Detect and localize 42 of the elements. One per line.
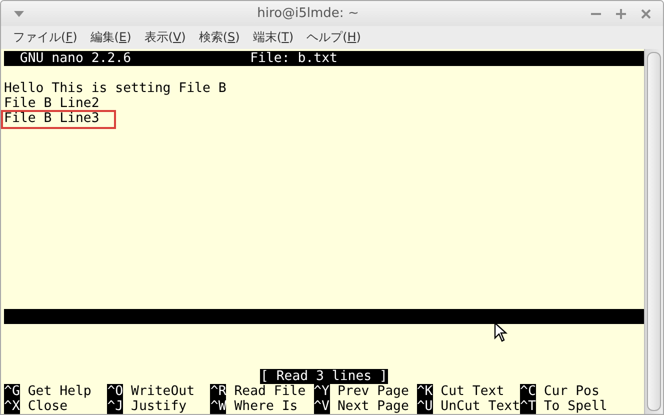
shortcut-label: WriteOut — [131, 384, 195, 399]
menu-item[interactable]: 端末(T) — [252, 29, 294, 46]
pointer-icon — [494, 322, 508, 343]
shortcut-key: ^O — [107, 384, 124, 399]
shortcut-label: Prev Page — [337, 384, 409, 399]
shortcut-key: ^V — [314, 399, 330, 414]
text-line: File B Line2 — [4, 96, 100, 111]
window-title: hiro@i5lmde: ~ — [256, 6, 360, 21]
file-name: File: b.txt — [250, 51, 338, 66]
shortcut-key: ^Y — [314, 384, 330, 399]
window-menu-icon[interactable] — [13, 10, 25, 18]
shortcut-label: Get Help — [28, 384, 92, 399]
maximize-icon[interactable] — [616, 8, 626, 18]
shortcut-label: Read File — [234, 384, 306, 399]
scrollbar[interactable] — [644, 49, 663, 414]
menu-item[interactable]: 表示(V) — [144, 29, 186, 46]
menu-item[interactable]: ファイル(F) — [13, 29, 78, 46]
scrollbar-thumb[interactable] — [647, 52, 661, 411]
text-line: Hello This is setting File B — [4, 81, 226, 96]
menu-item[interactable]: 検索(S) — [198, 29, 240, 46]
menu-item[interactable]: 編集(E) — [90, 29, 132, 46]
shortcut-key: ^J — [107, 399, 124, 414]
shortcut-key: ^T — [520, 399, 536, 414]
close-icon[interactable] — [641, 8, 651, 18]
status-message: [ Read 3 lines ] — [260, 369, 388, 384]
shortcut-label: Cur Pos — [544, 384, 600, 399]
shortcut-label: UnCut Text — [440, 399, 520, 414]
shortcut-label: Where Is — [234, 399, 298, 414]
shortcut-key: ^G — [4, 384, 20, 399]
nano-version: GNU nano 2.2.6 — [20, 51, 132, 66]
shortcut-key: ^U — [416, 399, 433, 414]
shortcut-key: ^C — [520, 384, 536, 399]
menu-item[interactable]: ヘルプ(H) — [306, 29, 361, 46]
shortcut-label: Close — [28, 399, 68, 414]
shortcut-label: Next Page — [337, 399, 409, 414]
text-line: File B Line3 — [4, 111, 100, 126]
shortcut-label: Justify — [131, 399, 187, 414]
shortcut-label: Cut Text — [440, 384, 504, 399]
shortcut-key: ^K — [416, 384, 433, 399]
minimize-icon[interactable] — [591, 12, 601, 14]
shortcut-key: ^X — [4, 399, 20, 414]
shortcut-label: To Spell — [544, 399, 608, 414]
